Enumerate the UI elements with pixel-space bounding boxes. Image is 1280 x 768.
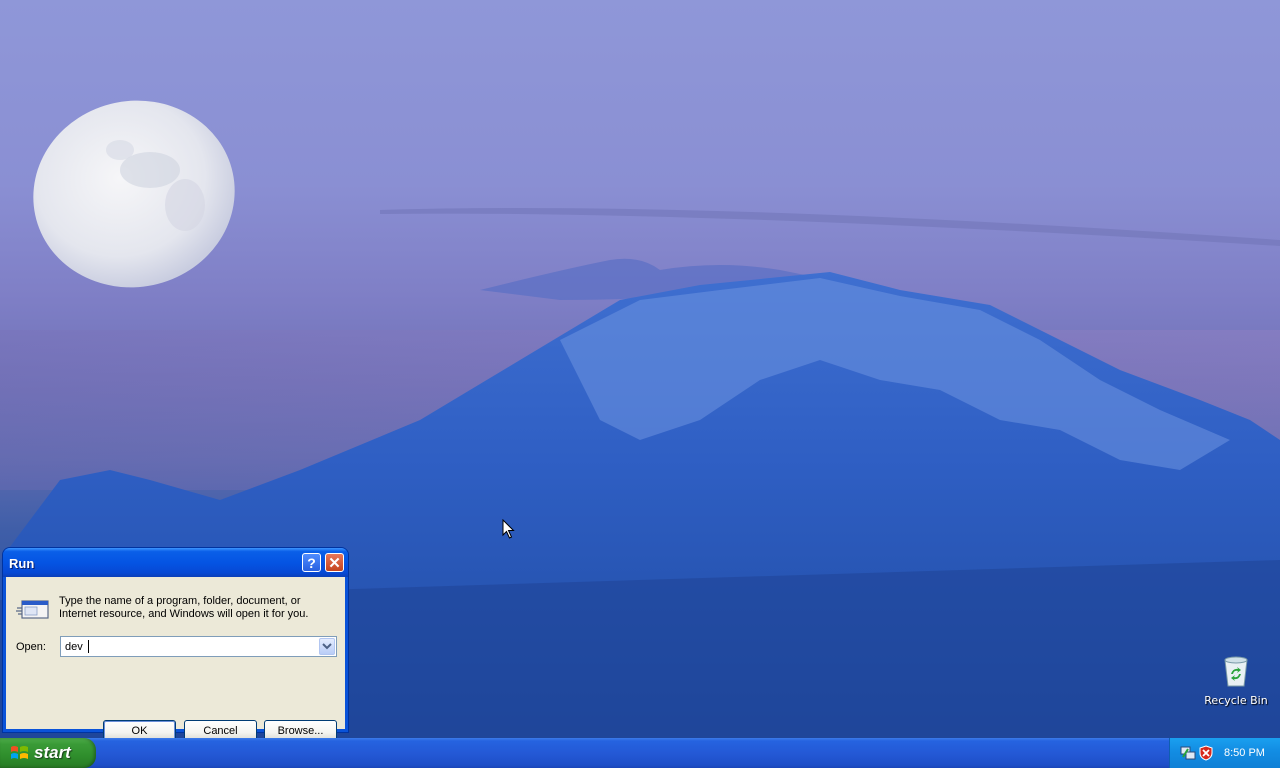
clock[interactable]: 8:50 PM <box>1224 747 1265 759</box>
cancel-button[interactable]: Cancel <box>184 720 257 738</box>
network-icon[interactable] <box>1180 745 1196 761</box>
close-icon: ✕ <box>328 554 341 572</box>
chevron-down-icon <box>322 643 332 650</box>
system-tray: 8:50 PM <box>1169 738 1280 768</box>
open-label: Open: <box>16 641 46 653</box>
run-dialog-title-bar[interactable]: Run ? ✕ <box>3 548 348 577</box>
desktop[interactable]: Recycle Bin Run ? ✕ Type the name of a p… <box>0 0 1280 738</box>
taskbar[interactable]: start 8:50 PM <box>0 738 1280 768</box>
browse-button[interactable]: Browse... <box>264 720 337 738</box>
mouse-cursor-icon <box>502 519 515 539</box>
start-button[interactable]: start <box>0 738 96 768</box>
open-dropdown-button[interactable] <box>319 638 335 655</box>
recycle-bin-icon <box>1224 656 1248 687</box>
run-dialog-description: Type the name of a program, folder, docu… <box>59 595 309 620</box>
security-shield-icon[interactable] <box>1198 745 1214 761</box>
open-input[interactable] <box>61 637 324 656</box>
close-button[interactable]: ✕ <box>325 553 344 572</box>
text-caret <box>88 640 89 653</box>
run-dialog: Run ? ✕ Type the name of a program, fold… <box>3 548 348 738</box>
ok-button[interactable]: OK <box>103 720 176 738</box>
moon-image <box>33 100 235 288</box>
run-dialog-body: Type the name of a program, folder, docu… <box>6 577 345 738</box>
recycle-bin-label: Recycle Bin <box>1204 694 1268 707</box>
help-icon: ? <box>307 554 316 571</box>
recycle-bin-desktop-icon[interactable]: Recycle Bin <box>1204 654 1268 707</box>
start-label: start <box>34 743 71 762</box>
open-combobox[interactable] <box>60 636 337 657</box>
help-button[interactable]: ? <box>302 553 321 572</box>
run-program-icon <box>16 600 49 619</box>
run-dialog-title: Run <box>9 556 35 571</box>
windows-logo-icon <box>11 746 28 759</box>
